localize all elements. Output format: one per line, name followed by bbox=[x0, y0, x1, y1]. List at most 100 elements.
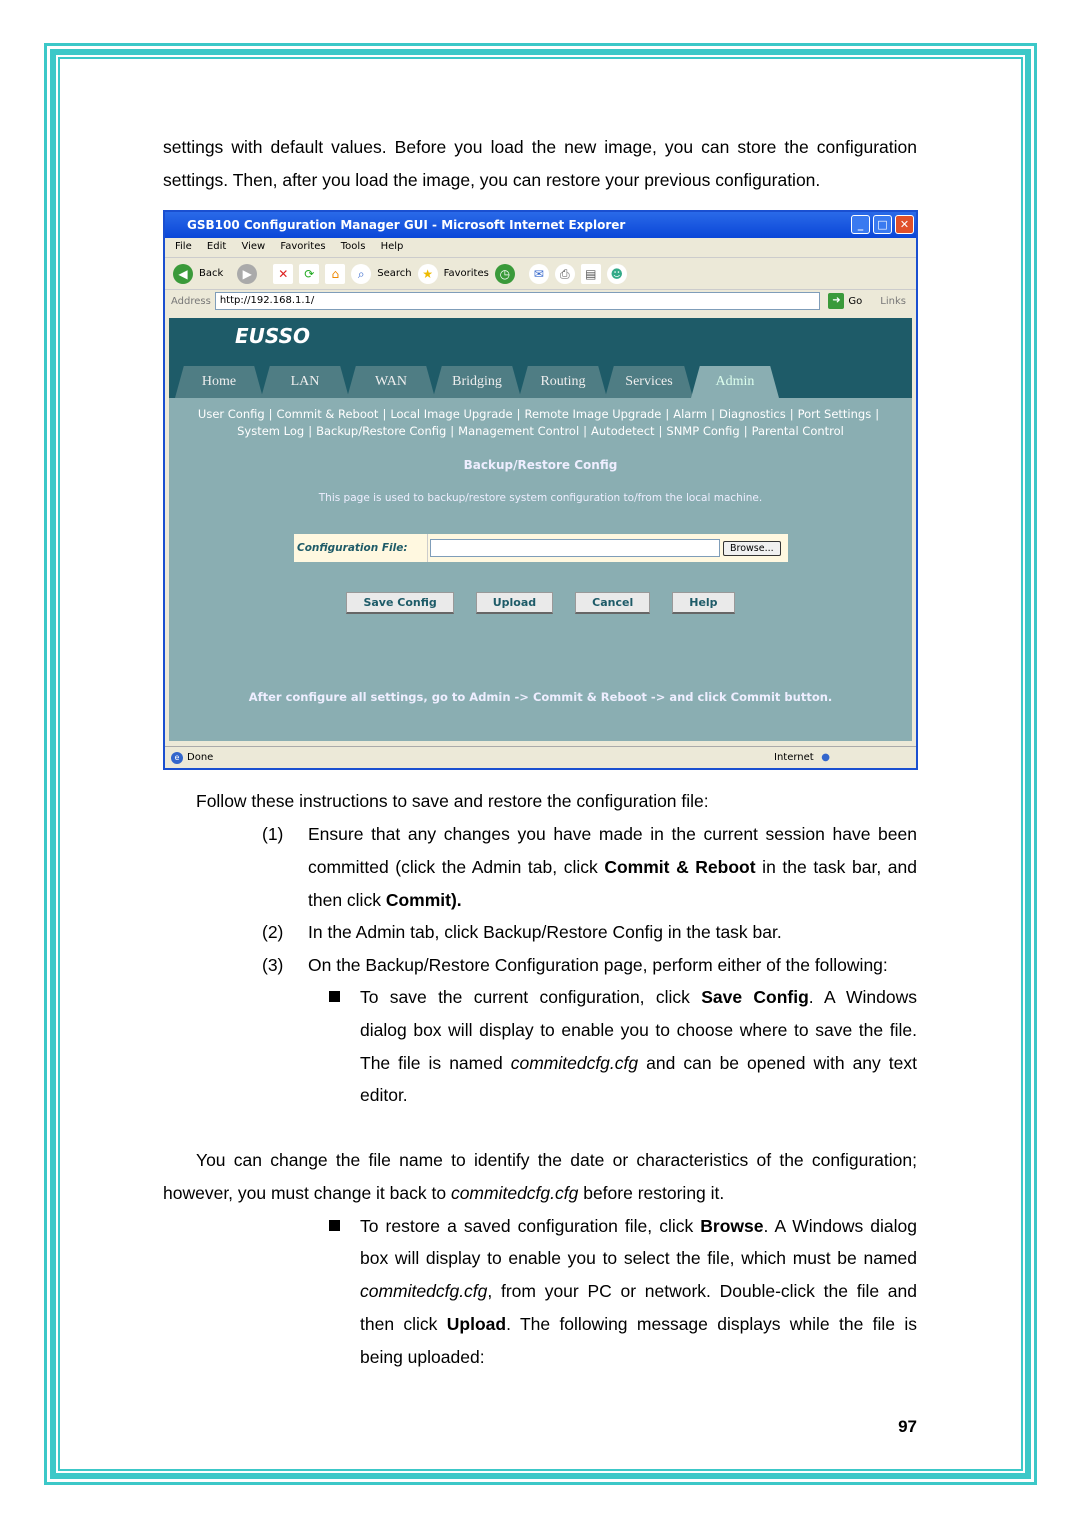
text: The file is named bbox=[360, 1053, 511, 1073]
tab-routing[interactable]: Routing bbox=[519, 366, 607, 398]
browse-button[interactable]: Browse... bbox=[723, 540, 781, 556]
separator: | bbox=[382, 407, 387, 421]
separator: | bbox=[789, 407, 794, 421]
configuration-file-input[interactable] bbox=[430, 539, 720, 557]
bold-text: Commit & Reboot bbox=[604, 857, 756, 877]
tab-bridging[interactable]: Bridging bbox=[433, 366, 521, 398]
subnav-item-user-config[interactable]: User Config bbox=[198, 407, 265, 421]
status-text: Done bbox=[187, 752, 214, 763]
page-description: This page is used to backup/restore syst… bbox=[318, 492, 763, 504]
bullet-1-line-3: The file is named commitedcfg.cfg and ca… bbox=[360, 1047, 917, 1080]
subnav-item-alarm[interactable]: Alarm bbox=[673, 407, 707, 421]
subnav-item-remote-image-upgrade[interactable]: Remote Image Upgrade bbox=[525, 407, 662, 421]
text: To save the current configuration, click bbox=[360, 987, 702, 1007]
print-icon[interactable]: ⎙ bbox=[554, 263, 575, 284]
subnav-item-autodetect[interactable]: Autodetect bbox=[591, 424, 655, 438]
back-icon[interactable]: ◀ bbox=[173, 263, 193, 284]
minimize-icon[interactable]: _ bbox=[851, 215, 870, 234]
upload-button[interactable]: Upload bbox=[475, 592, 554, 614]
menu-edit[interactable]: Edit bbox=[207, 241, 226, 252]
text: , from your PC or network. Double-click … bbox=[487, 1281, 917, 1301]
cancel-button[interactable]: Cancel bbox=[575, 592, 651, 614]
bullet-2-line-1: To restore a saved configuration file, c… bbox=[360, 1210, 917, 1243]
italic-text: commitedcfg.cfg bbox=[510, 1053, 639, 1073]
links-label[interactable]: Links bbox=[880, 296, 906, 307]
bullet-2-line-5: being uploaded: bbox=[360, 1347, 485, 1367]
tab-home[interactable]: Home bbox=[175, 366, 263, 398]
save-config-button[interactable]: Save Config bbox=[346, 592, 454, 614]
edit-icon[interactable]: ▤ bbox=[580, 263, 601, 284]
web-content: EUSSO Home LAN WAN Bridging Routing Serv… bbox=[169, 318, 912, 741]
tab-services[interactable]: Services bbox=[605, 366, 693, 398]
text: committed (click the Admin tab, click bbox=[308, 857, 605, 877]
page-number: 97 bbox=[898, 1417, 917, 1436]
history-icon[interactable]: ◷ bbox=[494, 263, 515, 284]
tab-admin[interactable]: Admin bbox=[691, 366, 779, 398]
search-icon[interactable]: ⌕ bbox=[351, 263, 372, 284]
help-button[interactable]: Help bbox=[672, 592, 735, 614]
separator: | bbox=[516, 407, 521, 421]
menu-view[interactable]: View bbox=[241, 241, 265, 252]
go-icon[interactable]: ➜ bbox=[828, 293, 845, 309]
menu-file[interactable]: File bbox=[175, 241, 192, 252]
eusso-logo: EUSSO bbox=[235, 324, 310, 348]
bullet-2-line-3: commitedcfg.cfg, from your PC or network… bbox=[360, 1275, 917, 1308]
text: . A Windows dialog bbox=[763, 1216, 918, 1236]
home-icon[interactable]: ⌂ bbox=[325, 263, 346, 284]
bullet-1-line-4: editor. bbox=[360, 1085, 408, 1105]
separator: | bbox=[583, 424, 588, 438]
favorites-star-icon[interactable]: ★ bbox=[417, 263, 438, 284]
forward-icon[interactable]: ▶ bbox=[237, 263, 258, 284]
address-bar: Address http://192.168.1.1/ ➜ Go Links bbox=[165, 290, 916, 312]
status-bar: e Done ● Internet bbox=[165, 746, 916, 768]
subnav-item-snmp-config[interactable]: SNMP Config bbox=[666, 424, 739, 438]
go-label[interactable]: Go bbox=[848, 296, 862, 307]
subnav-item-parental-control[interactable]: Parental Control bbox=[752, 424, 844, 438]
para-line-1: You can change the file name to identify… bbox=[196, 1150, 917, 1170]
intro-line-2: settings. Then, after you load the image… bbox=[163, 170, 821, 190]
configuration-file-row: Configuration File: Browse... bbox=[294, 534, 788, 562]
browser-screenshot: GSB100 Configuration Manager GUI - Micro… bbox=[163, 210, 918, 770]
text: and can be opened with any text bbox=[638, 1053, 918, 1073]
maximize-icon[interactable]: □ bbox=[873, 215, 892, 234]
step-number: (2) bbox=[262, 922, 284, 942]
page-heading: Backup/Restore Config bbox=[463, 458, 618, 472]
text: however, you must change it back to bbox=[163, 1183, 451, 1203]
step-number: (1) bbox=[262, 824, 284, 844]
tab-wan[interactable]: WAN bbox=[347, 366, 435, 398]
menu-favorites[interactable]: Favorites bbox=[280, 241, 325, 252]
search-label[interactable]: Search bbox=[377, 268, 411, 279]
mail-icon[interactable]: ✉ bbox=[528, 263, 549, 284]
zone-text: Internet bbox=[774, 752, 814, 763]
menu-help[interactable]: Help bbox=[381, 241, 404, 252]
subnav-item-local-image-upgrade[interactable]: Local Image Upgrade bbox=[390, 407, 512, 421]
subnav-item-backup-restore-config[interactable]: Backup/Restore Config bbox=[316, 424, 446, 438]
configuration-file-label: Configuration File: bbox=[294, 534, 428, 562]
address-input[interactable]: http://192.168.1.1/ bbox=[214, 292, 821, 310]
favorites-label[interactable]: Favorites bbox=[444, 268, 489, 279]
back-label[interactable]: Back bbox=[199, 268, 223, 279]
close-icon[interactable]: ✕ bbox=[895, 215, 914, 234]
text: in the task bar, and bbox=[755, 857, 917, 877]
bullet-square-icon bbox=[329, 991, 340, 1002]
subnav-item-commit-reboot[interactable]: Commit & Reboot bbox=[277, 407, 379, 421]
italic-text: commitedcfg.cfg bbox=[450, 1183, 579, 1203]
step-number: (3) bbox=[262, 955, 284, 975]
subnav-item-port-settings[interactable]: Port Settings bbox=[798, 407, 872, 421]
subnav-item-diagnostics[interactable]: Diagnostics bbox=[719, 407, 786, 421]
refresh-icon[interactable]: ⟳ bbox=[299, 263, 320, 284]
step-3-text: On the Backup/Restore Configuration page… bbox=[308, 955, 888, 975]
separator: | bbox=[450, 424, 455, 438]
instructions-lead: Follow these instructions to save and re… bbox=[196, 791, 709, 811]
text: . A Windows bbox=[808, 987, 917, 1007]
stop-icon[interactable]: ✕ bbox=[273, 263, 294, 284]
menu-tools[interactable]: Tools bbox=[341, 241, 366, 252]
bold-text: Upload bbox=[446, 1314, 507, 1334]
commit-reminder: After configure all settings, go to Admi… bbox=[248, 690, 833, 704]
tab-lan[interactable]: LAN bbox=[261, 366, 349, 398]
messenger-icon[interactable]: ☻ bbox=[606, 263, 627, 284]
subnav-item-system-log[interactable]: System Log bbox=[237, 424, 304, 438]
ie-page-icon: e bbox=[171, 751, 183, 764]
subnav-item-management-control[interactable]: Management Control bbox=[458, 424, 579, 438]
italic-text: commitedcfg.cfg bbox=[360, 1281, 488, 1301]
